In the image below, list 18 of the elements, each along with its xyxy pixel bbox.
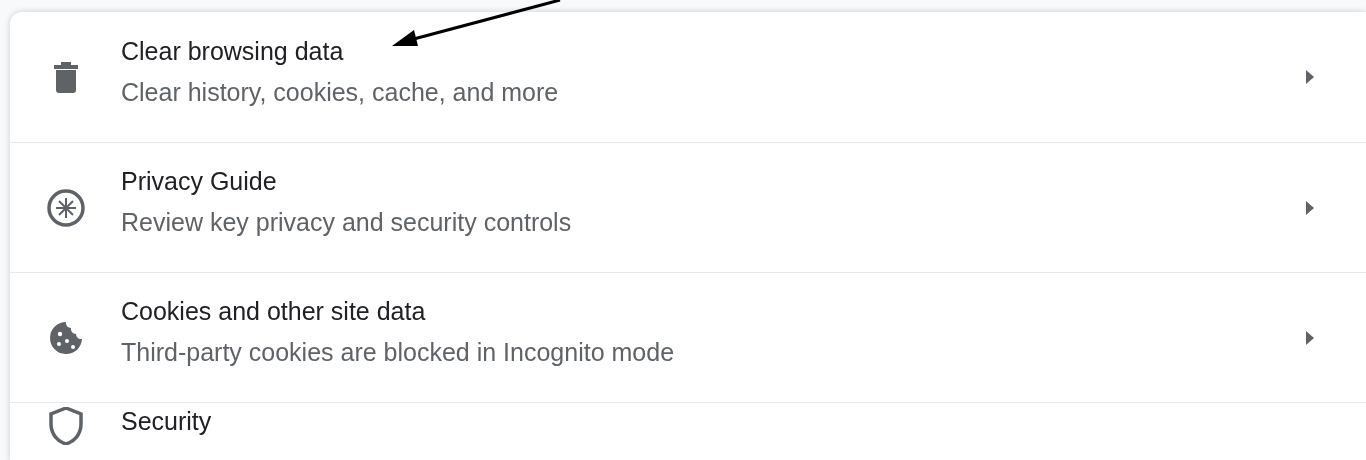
chevron-icon	[1306, 70, 1314, 84]
row-title: Clear browsing data	[121, 36, 345, 65]
row-description: Third-party cookies are blocked in Incognito mode	[121, 338, 676, 366]
row-title: Privacy Guide	[121, 167, 278, 195]
row-description: Clear history, cookies, cache, and more	[121, 77, 560, 106]
settings-row[interactable]: Cookies and other site data Third-party cookies are blocked in Incognito mode	[10, 272, 1366, 402]
row-title: Cookies and other site data	[121, 297, 427, 325]
cookie-icon	[48, 320, 83, 355]
settings-row[interactable]: Privacy Guide Review key privacy and security controls	[10, 142, 1366, 272]
asterisk-circle-icon	[45, 187, 86, 228]
trash-icon	[52, 61, 79, 93]
chevron-icon	[1306, 200, 1314, 215]
settings-row[interactable]: Security	[10, 402, 1366, 460]
chevron-icon	[1306, 330, 1314, 345]
settings-row[interactable]: Clear browsing data Clear history, cookies, cache, and more	[10, 12, 1366, 142]
shield-icon	[48, 407, 83, 445]
row-title: Security	[121, 407, 213, 435]
row-description: Review key privacy and security controls	[121, 208, 573, 236]
